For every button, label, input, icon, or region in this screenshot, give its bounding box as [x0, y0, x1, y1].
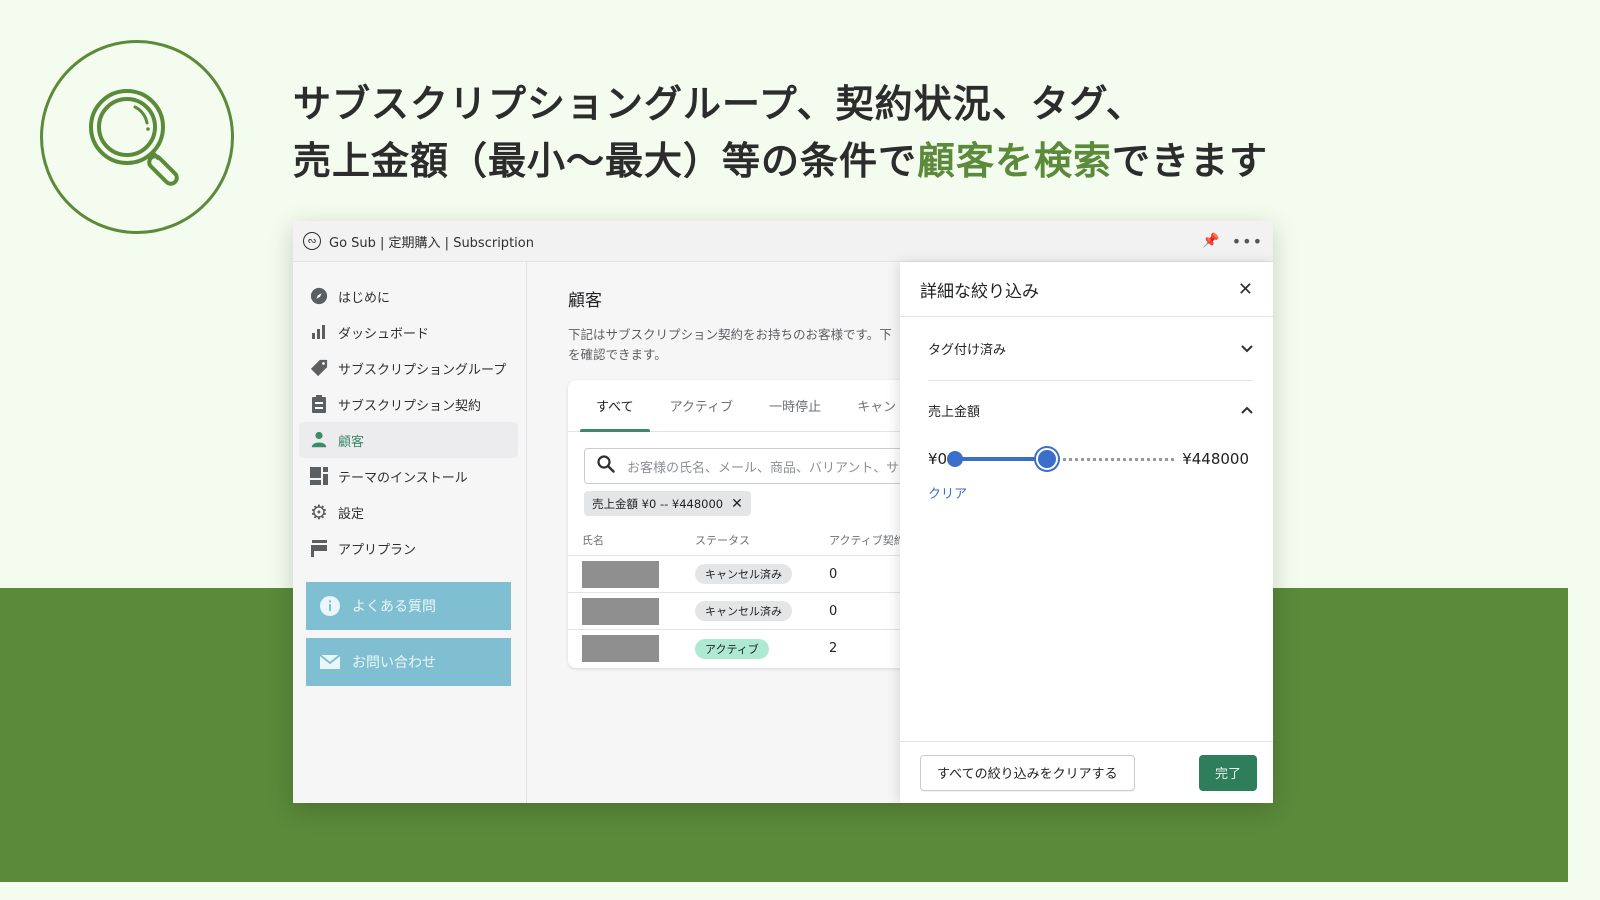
headline-text: できます [1112, 139, 1269, 183]
sidebar-item-label: サブスクリプション契約 [338, 398, 482, 414]
range-max-label: ¥448000 [1182, 450, 1249, 468]
clear-all-filters-button[interactable]: すべての絞り込みをクリアする [920, 754, 1135, 791]
hero-badge [40, 40, 234, 234]
headline-line-2: 売上金額（最小〜最大）等の条件で顧客を検索できます [293, 133, 1268, 190]
tag-icon [309, 358, 329, 378]
sidebar-item-label: 設定 [338, 506, 365, 522]
search-icon [597, 455, 617, 477]
clipboard-icon [309, 394, 329, 414]
search-placeholder: お客様の氏名、メール、商品、バリアント、サ [627, 460, 900, 476]
slider-handle-max[interactable] [1036, 448, 1059, 470]
panel-header: 詳細な絞り込み ✕ [900, 262, 1273, 317]
panel-footer: すべての絞り込みをクリアする 完了 [900, 741, 1273, 803]
sidebar-item-subscription-groups[interactable]: サブスクリプショングループ [299, 350, 518, 386]
sales-range-slider: ¥0 ¥448000 [928, 448, 1249, 470]
sidebar-item-label: サブスクリプショングループ [338, 362, 507, 378]
sidebar-item-label: はじめに [338, 290, 391, 306]
section-label: 売上金額 [928, 404, 981, 420]
plan-icon [309, 538, 329, 558]
magnifier-icon [89, 89, 179, 186]
headline-text: 売上金額（最小〜最大）等の条件で [293, 139, 918, 183]
remove-filter-icon[interactable]: ✕ [731, 496, 743, 512]
filter-section-tagged[interactable]: タグ付け済み [928, 317, 1253, 381]
tab-all[interactable]: すべて [580, 380, 650, 432]
sidebar-item-label: ダッシュボード [338, 326, 430, 342]
app-title: Go Sub | 定期購入 | Subscription [329, 235, 534, 251]
advanced-filter-panel: 詳細な絞り込み ✕ タグ付け済み 売上金額 ¥0 ¥448000 クリア すべて… [900, 262, 1273, 803]
headline: サブスクリプショングループ、契約状況、タグ、 売上金額（最小〜最大）等の条件で顧… [293, 76, 1268, 190]
status-badge: キャンセル済み [695, 601, 792, 621]
slider-fill [955, 457, 1048, 461]
sidebar-item-app-plan[interactable]: アプリプラン [299, 530, 518, 566]
panel-title: 詳細な絞り込み [920, 281, 1039, 302]
filter-chip-label: 売上金額 ¥0 -- ¥448000 [592, 496, 724, 511]
filter-chip: 売上金額 ¥0 -- ¥448000 ✕ [584, 491, 751, 516]
pin-icon[interactable]: 📌 [1202, 233, 1219, 249]
section-label: タグ付け済み [928, 343, 1007, 358]
sidebar: はじめに ダッシュボード サブスクリプショングループ サブスクリプション契約 顧… [293, 262, 527, 803]
headline-accent: 顧客を検索 [917, 139, 1113, 183]
headline-line-1: サブスクリプショングループ、契約状況、タグ、 [293, 82, 1145, 126]
slider-handle-min[interactable] [947, 451, 964, 467]
redacted-name [582, 597, 659, 625]
clear-link[interactable]: クリア [928, 483, 967, 502]
sidebar-item-label: アプリプラン [338, 542, 417, 558]
range-min-label: ¥0 [928, 450, 948, 468]
filter-section-sales-amount[interactable]: 売上金額 [928, 381, 1253, 439]
title-bar: ᔓ Go Sub | 定期購入 | Subscription 📌 ••• [293, 221, 1273, 262]
redacted-name [582, 560, 659, 588]
description-line: 下記はサブスクリプション契約をお持ちのお客様です。下 [568, 327, 892, 342]
sidebar-item-customers[interactable]: 顧客 [299, 422, 518, 458]
sidebar-item-label: テーマのインストール [338, 470, 468, 486]
slider-track[interactable] [947, 448, 1175, 470]
column-header-status[interactable]: ステータス [695, 532, 829, 548]
status-badge: キャンセル済み [695, 564, 792, 584]
chevron-up-icon [1241, 403, 1253, 417]
tab-active[interactable]: アクティブ [654, 380, 750, 431]
app-window: ᔓ Go Sub | 定期購入 | Subscription 📌 ••• はじめ… [293, 221, 1273, 803]
close-icon[interactable]: ✕ [1238, 279, 1253, 300]
person-icon [309, 430, 329, 450]
done-button[interactable]: 完了 [1198, 754, 1257, 791]
more-icon[interactable]: ••• [1232, 232, 1263, 251]
sidebar-item-subscription-contracts[interactable]: サブスクリプション契約 [299, 386, 518, 422]
redacted-name [582, 635, 659, 662]
faq-button[interactable]: よくある質問 [306, 582, 511, 630]
layout-icon [309, 466, 329, 486]
faq-label: よくある質問 [352, 599, 436, 615]
sidebar-item-getting-started[interactable]: はじめに [299, 278, 518, 314]
gear-icon: ⚙ [310, 500, 328, 524]
mail-icon [320, 654, 340, 670]
app-logo-icon: ᔓ [303, 232, 321, 250]
contact-button[interactable]: お問い合わせ [306, 638, 511, 686]
page-description: 下記はサブスクリプション契約をお持ちのお客様です。下 を確認できます。 [568, 325, 908, 365]
compass-icon [309, 286, 329, 306]
description-line: を確認できます。 [568, 347, 667, 362]
sidebar-item-settings[interactable]: ⚙ 設定 [299, 494, 518, 530]
status-badge: アクティブ [695, 638, 769, 659]
column-header-name[interactable]: 氏名 [568, 532, 695, 548]
sidebar-item-theme-install[interactable]: テーマのインストール [299, 458, 518, 494]
bar-chart-icon [309, 322, 329, 342]
sidebar-item-label: 顧客 [338, 434, 365, 450]
contact-label: お問い合わせ [352, 655, 436, 671]
tab-paused[interactable]: 一時停止 [753, 380, 837, 431]
info-icon [320, 596, 340, 616]
chevron-down-icon [1241, 342, 1253, 356]
sidebar-item-dashboard[interactable]: ダッシュボード [299, 314, 518, 350]
